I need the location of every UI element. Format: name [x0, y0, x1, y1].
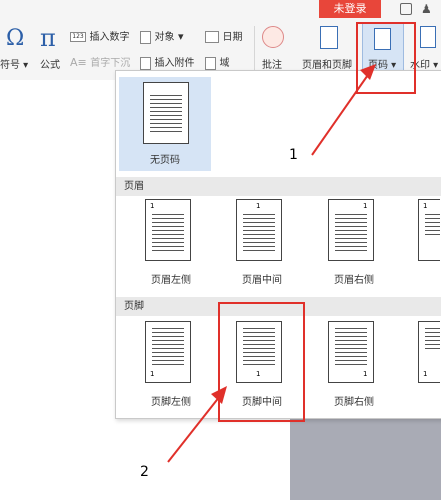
annotation-arrows	[167, 64, 376, 463]
step-2-label: 2	[140, 464, 149, 480]
step-1-label: 1	[289, 147, 298, 163]
